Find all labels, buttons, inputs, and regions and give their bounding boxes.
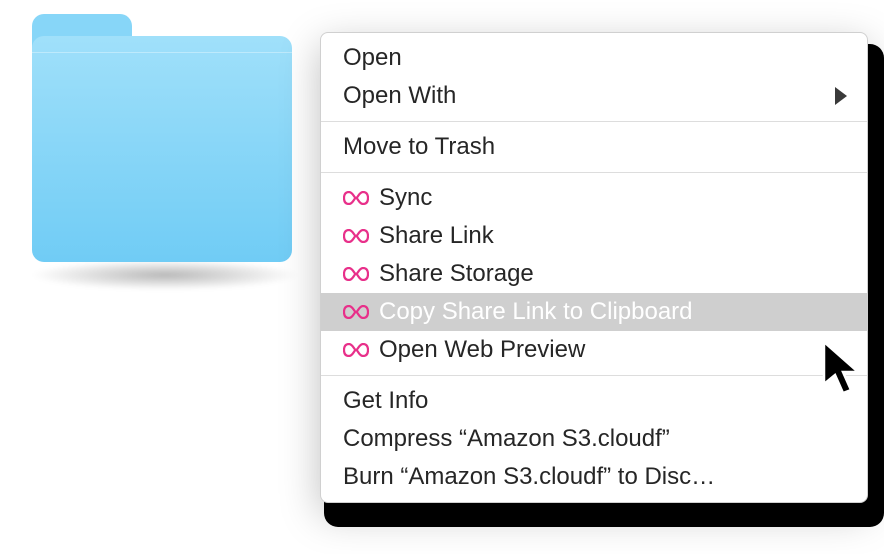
menu-divider: [321, 375, 867, 376]
menu-share-link-label: Share Link: [379, 222, 845, 250]
menu-share-storage-label: Share Storage: [379, 260, 845, 288]
menu-copy-share-link-label: Copy Share Link to Clipboard: [379, 298, 845, 326]
folder-icon[interactable]: [32, 42, 292, 262]
menu-share-link[interactable]: Share Link: [321, 217, 867, 255]
menu-compress-label: Compress “Amazon S3.cloudf”: [343, 425, 845, 453]
menu-copy-share-link[interactable]: Copy Share Link to Clipboard: [321, 293, 867, 331]
infinity-icon: [343, 343, 373, 357]
menu-divider: [321, 172, 867, 173]
infinity-icon: [343, 229, 373, 243]
menu-sync-label: Sync: [379, 184, 845, 212]
menu-open-web-preview-label: Open Web Preview: [379, 336, 845, 364]
menu-share-storage[interactable]: Share Storage: [321, 255, 867, 293]
folder-shadow: [30, 260, 300, 290]
menu-open-label: Open: [343, 44, 845, 72]
menu-get-info-label: Get Info: [343, 387, 845, 415]
infinity-icon: [343, 191, 373, 205]
folder-body: [32, 36, 292, 262]
menu-burn-label: Burn “Amazon S3.cloudf” to Disc…: [343, 463, 845, 491]
menu-open-web-preview[interactable]: Open Web Preview: [321, 331, 867, 369]
context-menu: Open Open With Move to Trash Sync Share …: [320, 32, 868, 503]
menu-trash-label: Move to Trash: [343, 133, 845, 161]
menu-move-to-trash[interactable]: Move to Trash: [321, 128, 867, 166]
infinity-icon: [343, 305, 373, 319]
menu-open-with-label: Open With: [343, 82, 845, 110]
menu-sync[interactable]: Sync: [321, 179, 867, 217]
menu-divider: [321, 121, 867, 122]
infinity-icon: [343, 267, 373, 281]
menu-open[interactable]: Open: [321, 39, 867, 77]
menu-open-with[interactable]: Open With: [321, 77, 867, 115]
menu-get-info[interactable]: Get Info: [321, 382, 867, 420]
submenu-arrow-icon: [835, 87, 847, 105]
menu-compress[interactable]: Compress “Amazon S3.cloudf”: [321, 420, 867, 458]
menu-burn[interactable]: Burn “Amazon S3.cloudf” to Disc…: [321, 458, 867, 496]
